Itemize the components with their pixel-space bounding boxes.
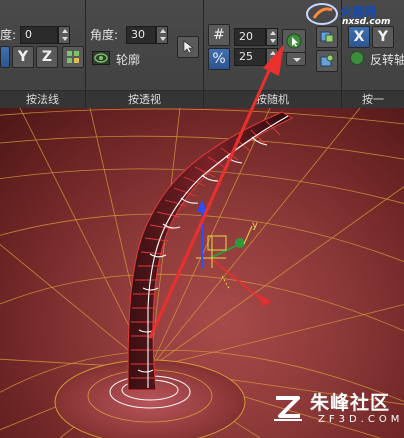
normals-angle-input[interactable]: 0 <box>20 26 58 44</box>
zf3d-logo-icon <box>274 396 302 421</box>
bottom-watermark-url: ZF3D.COM <box>318 414 404 425</box>
select-cursor-button[interactable] <box>177 36 199 58</box>
camera-value-2-input[interactable]: 25 <box>234 48 266 66</box>
ribbon-toolbar: 度: 0 Y Z 按法线 角度: 30 轮廓 按透视 # % 20 25 按随机… <box>0 0 404 108</box>
axis-y-button[interactable]: Y <box>12 46 34 68</box>
bottom-watermark: 朱峰社区 ZF3D.COM <box>270 388 399 432</box>
3d-viewport[interactable]: y 朱峰社区 ZF3D.COM <box>0 108 404 438</box>
percent-button[interactable]: % <box>208 48 230 70</box>
flip-axis-icon <box>350 51 364 65</box>
group-last-title: 按一 <box>342 90 404 108</box>
camera-pick-button[interactable] <box>282 29 306 53</box>
axis-z-button[interactable]: Z <box>36 46 58 68</box>
align-object-button-2[interactable] <box>316 50 338 72</box>
camera-value-1-spinner[interactable] <box>266 28 278 46</box>
outline-eye-icon <box>92 51 110 65</box>
perspective-angle-spinner[interactable] <box>156 26 168 44</box>
outline-label[interactable]: 轮廓 <box>116 51 140 68</box>
flip-axis-label[interactable]: 反转轴 <box>370 51 404 68</box>
camera-value-2-spinner[interactable] <box>266 48 278 66</box>
normals-angle-spinner[interactable] <box>58 26 70 44</box>
camera-pick-icon <box>286 33 302 49</box>
hash-button[interactable]: # <box>208 24 230 46</box>
perspective-angle-label: 角度: <box>90 28 119 42</box>
curved-tube-mesh <box>127 111 294 391</box>
axis-x-button[interactable] <box>0 46 10 68</box>
group-perspective-title: 按透视 <box>86 90 203 108</box>
align-normal-icon <box>320 54 334 67</box>
site-url-text: nxsd.com <box>342 17 391 27</box>
bottom-watermark-text: 朱峰社区 <box>310 392 391 414</box>
align-object-button-1[interactable] <box>316 26 338 48</box>
chevron-down-icon <box>293 58 301 62</box>
last-y-button[interactable]: Y <box>372 26 394 48</box>
camera-dropdown-button[interactable] <box>286 52 306 66</box>
grid-icon <box>67 51 79 63</box>
site-watermark-logo: 火星网 nxsd.com <box>304 2 396 28</box>
group-perspective: 角度: 30 轮廓 按透视 <box>86 0 204 108</box>
gizmo-y-label: y <box>252 220 258 231</box>
angle-label: 度: <box>0 28 17 42</box>
grid-toggle-button[interactable] <box>62 46 84 68</box>
align-icon <box>320 31 334 43</box>
group-normals-title: 按法线 <box>0 90 85 108</box>
group-camera-title: 按随机 <box>204 90 341 108</box>
perspective-angle-input[interactable]: 30 <box>126 26 156 44</box>
cursor-icon <box>183 40 194 54</box>
group-normals: 度: 0 Y Z 按法线 <box>0 0 86 108</box>
last-x-button[interactable]: X <box>348 26 370 48</box>
camera-value-1-input[interactable]: 20 <box>234 28 266 46</box>
